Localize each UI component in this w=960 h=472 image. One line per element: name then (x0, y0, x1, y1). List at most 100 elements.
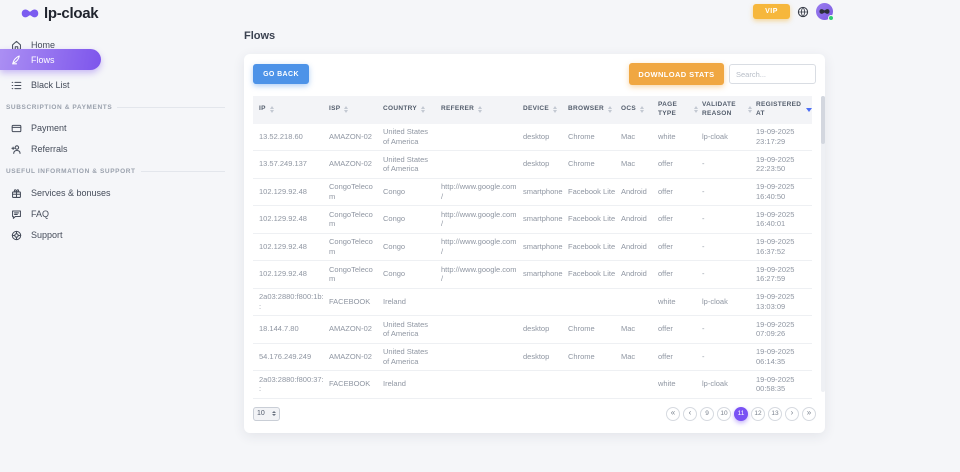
registered-date: 19-09-2025 (756, 347, 809, 357)
cell-registered-at: 19-09-2025 16:40:01 (754, 206, 812, 234)
cell-referer: http://www.google.com/ (439, 178, 521, 206)
chat-icon (11, 209, 22, 220)
cell-page-type: white (656, 288, 700, 316)
app-logo[interactable]: lp-cloak (21, 5, 98, 22)
globe-icon[interactable] (797, 6, 809, 18)
cell-registered-at: 19-09-2025 16:37:52 (754, 233, 812, 261)
cell-ip: 2a03:2880:f800:37:: (253, 371, 327, 399)
cell-page-type: offer (656, 233, 700, 261)
cell-browser: Chrome (566, 151, 619, 179)
cell-ocs: Mac (619, 316, 656, 344)
column-header-isp[interactable]: ISP (327, 96, 381, 124)
cell-page-type: white (656, 371, 700, 399)
cell-ip: 2a03:2880:f800:1b:: (253, 288, 327, 316)
cell-isp: AMAZON-02 (327, 151, 381, 179)
section-title-label: SUBSCRIPTION & PAYMENTS (6, 104, 112, 111)
table-row: 2a03:2880:f800:1b:: FACEBOOK Ireland whi… (253, 288, 812, 316)
flows-card: GO BACK DOWNLOAD STATS IP ISP COUNTRY RE… (244, 54, 825, 433)
sidebar-item-flows[interactable]: Flows (0, 49, 101, 70)
pagination: 10 « ‹ 910111213 › » (253, 406, 816, 421)
cell-device: smartphone (521, 206, 566, 234)
page-button-9[interactable]: 9 (700, 407, 714, 421)
cell-referer (439, 316, 521, 344)
page-button-12[interactable]: 12 (751, 407, 765, 421)
registered-time: 13:03:09 (756, 302, 809, 312)
column-header-browser[interactable]: BROWSER (566, 96, 619, 124)
mask-logo-icon (21, 8, 39, 19)
go-back-button[interactable]: GO BACK (253, 64, 309, 84)
column-header-ip[interactable]: IP (253, 96, 327, 124)
sort-icon (344, 106, 348, 113)
page-button-10[interactable]: 10 (717, 407, 731, 421)
sidebar-item-black-list[interactable]: Black List (0, 75, 70, 95)
page-button-13[interactable]: 13 (768, 407, 782, 421)
cell-browser (566, 288, 619, 316)
cell-validate-reason: - (700, 151, 754, 179)
sidebar-item-faq[interactable]: FAQ (0, 204, 49, 224)
first-page-button[interactable]: « (666, 407, 680, 421)
search-input[interactable] (729, 64, 816, 84)
table-header: IP ISP COUNTRY REFERER DEVICE BROWSER OC… (253, 96, 812, 124)
cell-referer (439, 343, 521, 371)
sidebar-item-payment[interactable]: Payment (0, 118, 67, 138)
cell-validate-reason: lp-cloak (700, 124, 754, 151)
sidebar-item-label: Payment (31, 123, 67, 133)
sidebar-item-label: Black List (31, 80, 70, 90)
cell-page-type: offer (656, 178, 700, 206)
sidebar-item-support[interactable]: Support (0, 225, 63, 245)
cell-page-type: offer (656, 343, 700, 371)
column-header-validate-reason[interactable]: VALIDATE REASON (700, 96, 754, 124)
page-button-11[interactable]: 11 (734, 407, 748, 421)
column-header-device[interactable]: DEVICE (521, 96, 566, 124)
cell-registered-at: 19-09-2025 07:09:26 (754, 316, 812, 344)
user-avatar[interactable] (816, 3, 833, 20)
cell-validate-reason: - (700, 343, 754, 371)
scrollbar-thumb[interactable] (821, 96, 825, 144)
cell-ocs: Mac (619, 151, 656, 179)
last-page-button[interactable]: » (802, 407, 816, 421)
section-title-label: USEFUL INFORMATION & SUPPORT (6, 168, 136, 175)
cell-device (521, 288, 566, 316)
cell-registered-at: 19-09-2025 16:40:50 (754, 178, 812, 206)
cell-ocs: Android (619, 233, 656, 261)
cell-page-type: offer (656, 151, 700, 179)
registered-time: 16:40:50 (756, 192, 809, 202)
prev-page-button[interactable]: ‹ (683, 407, 697, 421)
sidebar-section-subscription: SUBSCRIPTION & PAYMENTS (6, 104, 225, 111)
vip-button[interactable]: VIP (753, 4, 790, 19)
cell-browser: Chrome (566, 343, 619, 371)
next-page-button[interactable]: › (785, 407, 799, 421)
cell-registered-at: 19-09-2025 23:17:29 (754, 124, 812, 151)
cell-ocs: Mac (619, 343, 656, 371)
cell-device: smartphone (521, 233, 566, 261)
table-row: 102.129.92.48 CongoTelecom Congo http://… (253, 261, 812, 289)
column-header-referer[interactable]: REFERER (439, 96, 521, 124)
cell-registered-at: 19-09-2025 22:23:50 (754, 151, 812, 179)
page-number-slot: 910111213 (700, 407, 782, 421)
column-header-ocs[interactable]: OCS (619, 96, 656, 124)
sidebar-item-referrals[interactable]: Referrals (0, 139, 68, 159)
toolbar: GO BACK DOWNLOAD STATS (253, 63, 816, 85)
column-header-country[interactable]: COUNTRY (381, 96, 439, 124)
table-row: 54.176.249.249 AMAZON-02 United States o… (253, 343, 812, 371)
registered-date: 19-09-2025 (756, 155, 809, 165)
cell-validate-reason: - (700, 316, 754, 344)
cell-country: Ireland (381, 371, 439, 399)
sort-icon (553, 106, 557, 113)
rows-per-page-select[interactable]: 10 (253, 407, 280, 421)
cell-browser: Facebook Lite (566, 233, 619, 261)
registered-date: 19-09-2025 (756, 210, 809, 220)
column-header-page-type[interactable]: PAGE TYPE (656, 96, 700, 124)
sidebar-item-services-bonuses[interactable]: Services & bonuses (0, 183, 111, 203)
download-stats-button[interactable]: DOWNLOAD STATS (629, 63, 724, 85)
flows-icon (11, 54, 22, 65)
column-header-registered-at[interactable]: REGISTERED AT (754, 96, 812, 124)
sidebar: Home Flows Black List SUBSCRIPTION & PAY… (0, 26, 235, 472)
cell-ip: 102.129.92.48 (253, 261, 327, 289)
table-scrollbar[interactable] (821, 96, 825, 392)
sidebar-section-support: USEFUL INFORMATION & SUPPORT (6, 168, 225, 175)
registered-time: 22:23:50 (756, 164, 809, 174)
cell-browser: Facebook Lite (566, 206, 619, 234)
cell-isp: AMAZON-02 (327, 316, 381, 344)
cell-registered-at: 19-09-2025 13:03:09 (754, 288, 812, 316)
